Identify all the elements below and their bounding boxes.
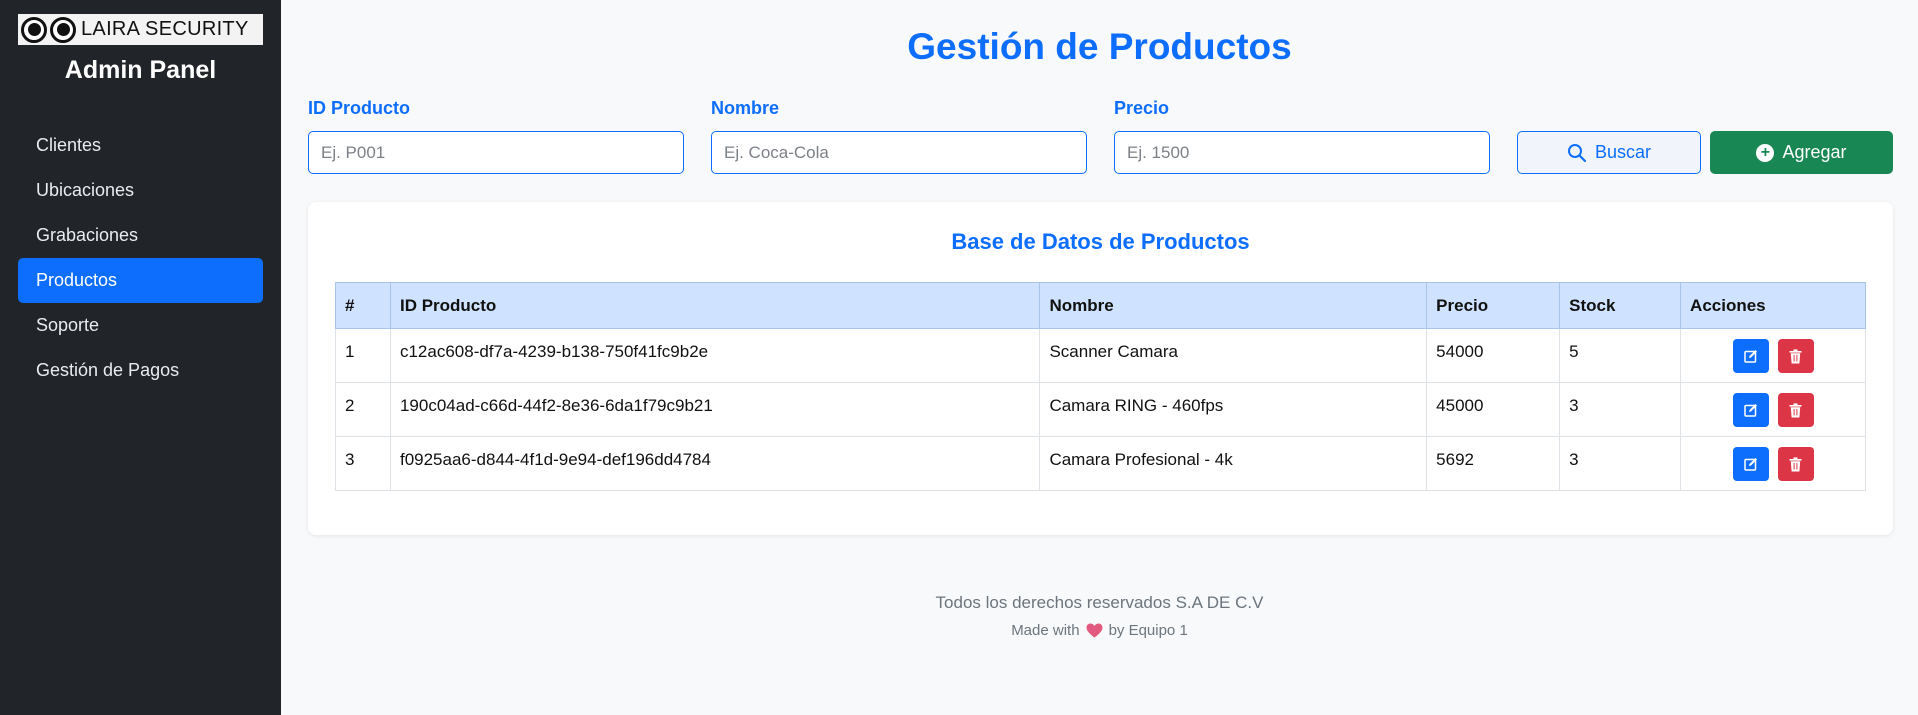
col-header-id: ID Producto: [389, 282, 1041, 329]
heart-icon: [1086, 623, 1103, 638]
footer-made-with: Made with by Equipo 1: [281, 622, 1918, 639]
eyes-icon: [21, 16, 76, 43]
sidebar-item-productos[interactable]: Productos: [18, 258, 263, 303]
trash-icon: [1789, 402, 1802, 417]
cell-nombre: Camara RING - 460fps: [1039, 382, 1428, 437]
id-producto-label: ID Producto: [308, 98, 410, 118]
buscar-label: Buscar: [1594, 142, 1652, 162]
id-producto-input[interactable]: [308, 131, 684, 174]
sidebar-nav: Clientes Ubicaciones Grabaciones Product…: [18, 123, 263, 393]
cell-id: 190c04ad-c66d-44f2-8e36-6da1f79c9b21: [389, 382, 1041, 437]
table-row: 3 f0925aa6-d844-4f1d-9e94-def196dd4784 C…: [335, 436, 1866, 491]
panel-title: Admin Panel: [64, 56, 217, 84]
col-header-precio: Precio: [1426, 282, 1561, 329]
edit-icon: [1743, 404, 1757, 417]
products-card: Base de Datos de Productos # ID Producto…: [308, 202, 1893, 535]
sidebar-item-grabaciones[interactable]: Grabaciones: [18, 213, 263, 258]
cell-nombre: Scanner Camara: [1039, 328, 1428, 383]
edit-icon: [1743, 350, 1757, 363]
card-title: Base de Datos de Productos: [951, 229, 1250, 254]
cell-num: 2: [335, 382, 391, 437]
cell-id: f0925aa6-d844-4f1d-9e94-def196dd4784: [389, 436, 1041, 491]
table-row: 1 c12ac608-df7a-4239-b138-750f41fc9b2e S…: [335, 328, 1866, 383]
precio-label: Precio: [1114, 98, 1170, 118]
by-team-text: by Equipo 1: [1108, 622, 1188, 639]
table-row: 2 190c04ad-c66d-44f2-8e36-6da1f79c9b21 C…: [335, 382, 1866, 437]
col-header-stock: Stock: [1559, 282, 1682, 329]
cell-stock: 3: [1559, 382, 1682, 437]
table-header-row: # ID Producto Nombre Precio Stock Accion…: [335, 282, 1866, 329]
sidebar-item-gestion-pagos[interactable]: Gestión de Pagos: [18, 348, 263, 393]
trash-icon: [1789, 456, 1802, 471]
cell-num: 1: [335, 328, 391, 383]
agregar-label: Agregar: [1782, 142, 1847, 162]
delete-button[interactable]: [1777, 447, 1814, 481]
footer-rights: Todos los derechos reservados S.A DE C.V: [935, 593, 1264, 612]
precio-input[interactable]: [1114, 131, 1490, 174]
cell-acciones: [1680, 436, 1866, 491]
search-icon: [1567, 143, 1587, 162]
col-header-num: #: [335, 282, 391, 329]
edit-button[interactable]: [1732, 339, 1769, 373]
edit-button[interactable]: [1732, 393, 1769, 427]
sidebar-item-soporte[interactable]: Soporte: [18, 303, 263, 348]
cell-precio: 45000: [1426, 382, 1561, 437]
delete-button[interactable]: [1777, 393, 1814, 427]
cell-stock: 3: [1559, 436, 1682, 491]
delete-button[interactable]: [1777, 339, 1814, 373]
cell-precio: 5692: [1426, 436, 1561, 491]
products-table: # ID Producto Nombre Precio Stock Accion…: [335, 282, 1866, 491]
logo: LAIRA SECURITY: [18, 14, 263, 45]
cell-stock: 5: [1559, 328, 1682, 383]
buscar-button[interactable]: Buscar: [1517, 131, 1701, 174]
cell-nombre: Camara Profesional - 4k: [1039, 436, 1428, 491]
cell-num: 3: [335, 436, 391, 491]
cell-precio: 54000: [1426, 328, 1561, 383]
col-header-nombre: Nombre: [1039, 282, 1428, 329]
trash-icon: [1789, 348, 1802, 363]
cell-id: c12ac608-df7a-4239-b138-750f41fc9b2e: [389, 328, 1041, 383]
logo-text: LAIRA SECURITY: [81, 18, 249, 40]
agregar-button[interactable]: + Agregar: [1710, 131, 1893, 174]
edit-button[interactable]: [1732, 447, 1769, 481]
cell-acciones: [1680, 382, 1866, 437]
nombre-label: Nombre: [711, 98, 780, 118]
nombre-input[interactable]: [711, 131, 1087, 174]
edit-icon: [1743, 458, 1757, 471]
plus-circle-icon: +: [1756, 143, 1775, 162]
made-with-text: Made with: [1011, 622, 1080, 639]
sidebar: LAIRA SECURITY Admin Panel Clientes Ubic…: [0, 0, 281, 715]
col-header-acciones: Acciones: [1680, 282, 1866, 329]
page-title: Gestión de Productos: [907, 26, 1292, 67]
sidebar-item-ubicaciones[interactable]: Ubicaciones: [18, 168, 263, 213]
cell-acciones: [1680, 328, 1866, 383]
sidebar-item-clientes[interactable]: Clientes: [18, 123, 263, 168]
